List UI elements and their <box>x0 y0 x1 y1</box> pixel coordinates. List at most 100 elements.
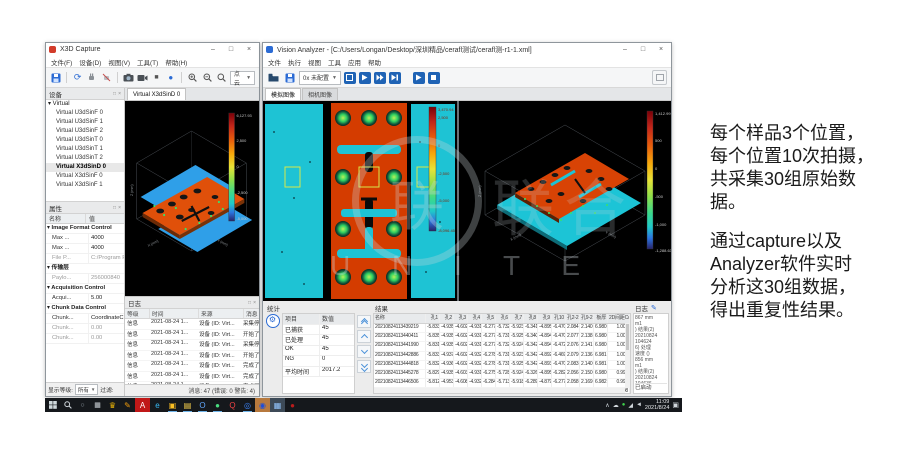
filter-level-dropdown[interactable]: 所有 ▼ <box>75 384 98 395</box>
analyzer-3d-view[interactable]: 1,412.99 500 0 -500 -1,000 -1,288.63 X (… <box>459 101 671 301</box>
property-row[interactable]: ▾ Image Format Control <box>46 224 124 234</box>
property-row[interactable]: Chunk...0.00 <box>46 334 124 344</box>
viewport-tab[interactable]: Virtual X3dSinD 0 <box>127 88 186 100</box>
device-tree-item[interactable]: Virtual X3dSinF 1 <box>46 181 124 190</box>
start-button[interactable] <box>45 398 60 412</box>
start-button[interactable] <box>413 72 425 84</box>
render-mode-dropdown[interactable]: 点云 ▼ <box>230 71 255 85</box>
device-tree-item[interactable]: Virtual X3dSinD 0 <box>46 163 124 172</box>
device-tree-item[interactable]: Virtual U3dSinT 2 <box>46 154 124 163</box>
log-row[interactable]: 信息2021-08-24 1...设备 (ID: Virt...完成了图像采集 <box>125 361 259 372</box>
statistics-row[interactable]: OK45 <box>283 346 354 357</box>
menu-item[interactable]: 帮助 <box>368 57 381 67</box>
close-panel-icon[interactable]: × <box>118 91 121 97</box>
close-panel-icon[interactable]: × <box>118 205 121 211</box>
menu-item[interactable]: 帮助(H) <box>165 57 187 67</box>
property-row[interactable]: Chunk...CoordinateC <box>46 314 124 324</box>
log-row[interactable]: 信息2021-08-24 1...设备 (ID: Virt...采集停止了 <box>125 319 259 330</box>
property-row[interactable]: Paylo...256000840 <box>46 274 124 284</box>
save-button[interactable] <box>50 71 61 84</box>
disconnect-button[interactable] <box>100 71 111 84</box>
tab-camera-image[interactable]: 相机图像 <box>302 88 338 100</box>
zoom-out-button[interactable] <box>201 71 212 84</box>
statistics-row[interactable]: 已捕获45 <box>283 325 354 336</box>
results-col-header[interactable]: 孔5 <box>482 314 496 323</box>
app-browser-button[interactable]: ◎ <box>240 398 255 412</box>
results-col-header[interactable]: 孔10 <box>552 314 566 323</box>
close-button[interactable]: × <box>242 44 256 55</box>
stop-button[interactable] <box>428 72 440 84</box>
results-row[interactable]: 20210824113439219-5.833-4.935-4.602-4.93… <box>374 324 630 333</box>
results-col-header[interactable]: 孔6 <box>496 314 510 323</box>
maximize-button[interactable]: □ <box>636 44 650 55</box>
menu-item[interactable]: 文件 <box>268 57 281 67</box>
open-button[interactable] <box>267 71 280 84</box>
property-row[interactable]: ▾ Acquisition Control <box>46 284 124 294</box>
device-tree-item[interactable]: Virtual U3dSinT 0 <box>46 136 124 145</box>
analyzer-titlebar[interactable]: Vision Analyzer - [C:/Users/Longan/Deskt… <box>263 43 671 56</box>
app-notes-button[interactable]: ✎ <box>120 398 135 412</box>
property-row[interactable]: Acqui...5.00 <box>46 294 124 304</box>
statistics-row[interactable]: NG0 <box>283 356 354 367</box>
taskbar-clock[interactable]: 11:09 2021/8/24 <box>645 399 669 411</box>
results-row[interactable]: 20210824113442886-5.833-4.937-4.602-4.93… <box>374 352 630 361</box>
results-col-header[interactable]: 2D间距Con... <box>608 314 630 323</box>
refresh-button[interactable]: ⟳ <box>72 71 83 84</box>
statistics-row[interactable]: 平均时间2017.2 <box>283 367 354 378</box>
menu-item[interactable]: 视图(V) <box>108 57 130 67</box>
camera-button[interactable] <box>123 71 134 84</box>
results-row[interactable]: 20210824113444818-5.832-4.936-4.602-4.93… <box>374 361 630 370</box>
device-tree-item[interactable]: Virtual U3dSinT 1 <box>46 145 124 154</box>
onedrive-icon[interactable]: ☁ <box>613 402 619 409</box>
menu-item[interactable]: 文件(F) <box>51 57 72 67</box>
results-col-header[interactable]: 孔4 <box>468 314 482 323</box>
first-result-button[interactable] <box>357 315 371 328</box>
last-result-button[interactable] <box>357 360 371 373</box>
record-button[interactable]: ● <box>165 71 176 84</box>
app-folder-button[interactable]: ▣ <box>165 398 180 412</box>
close-button[interactable]: × <box>654 44 668 55</box>
results-row[interactable]: 20210824113440411-5.835-4.935-4.602-4.93… <box>374 333 630 342</box>
close-panel-icon[interactable]: × <box>253 300 256 306</box>
menu-item[interactable]: 执行 <box>288 57 301 67</box>
app-outlook-button[interactable]: O <box>195 398 210 412</box>
results-col-header[interactable]: 板厚 <box>594 314 608 323</box>
gear-icon[interactable]: ⚙ <box>266 314 280 328</box>
log-col-message[interactable]: 消息 <box>244 309 259 318</box>
horizontal-scrollbar[interactable] <box>374 388 625 393</box>
minimize-button[interactable]: – <box>618 44 632 55</box>
results-col-header[interactable]: 孔9-2 <box>580 314 594 323</box>
stop-button[interactable]: ■ <box>151 71 162 84</box>
action-center-button[interactable]: ▣ <box>672 401 679 409</box>
save-button[interactable] <box>283 71 296 84</box>
log-row[interactable]: 信息2021-08-24 1...设备 (ID: Virt...开始了图像采集 <box>125 330 259 341</box>
video-button[interactable] <box>137 71 148 84</box>
device-tree-item[interactable]: Virtual U3dSinF 0 <box>46 109 124 118</box>
analyzer-2d-view[interactable]: 3,470.94 2,500 0 -2,500 -5,000 -8,096.45 <box>263 101 457 301</box>
menu-item[interactable]: 视图 <box>308 57 321 67</box>
log-col-source[interactable]: 来源 <box>199 309 244 318</box>
vertical-scrollbar[interactable] <box>625 323 630 388</box>
app-capture-button[interactable]: ◉ <box>255 398 270 412</box>
log-row[interactable]: 信息2021-08-24 1...设备 (ID: Virt...完成了图像采集 <box>125 372 259 383</box>
minimize-button[interactable]: – <box>206 44 220 55</box>
zoom-in-button[interactable] <box>187 71 198 84</box>
log-col-level[interactable]: 等级 <box>125 309 150 318</box>
results-col-header[interactable]: 孔2 <box>440 314 454 323</box>
menu-item[interactable]: 设备(D) <box>79 57 101 67</box>
tab-sim-image[interactable]: 模拟图像 <box>265 88 301 100</box>
maximize-button[interactable]: □ <box>224 44 238 55</box>
next-result-button[interactable] <box>357 345 371 358</box>
log-row[interactable]: 信息2021-08-24 1...设备 (ID: Virt...采集停止了 <box>125 340 259 351</box>
results-row[interactable]: 20210824113441990-5.831-4.935-4.602-4.93… <box>374 342 630 351</box>
log-col-time[interactable]: 时间 <box>150 309 199 318</box>
property-row[interactable]: Chunk...0.00 <box>46 324 124 334</box>
results-row[interactable]: 20210824113446506-5.812-4.953-4.608-4.93… <box>374 379 630 388</box>
statistics-row[interactable]: 已处理45 <box>283 335 354 346</box>
run-to-end-button[interactable] <box>389 72 401 84</box>
capture-3d-viewport[interactable]: 6,127.93 2,500 0 -2,500 -5,000 X (mm) Y … <box>125 101 259 296</box>
zoom-fit-button[interactable] <box>216 71 227 84</box>
menu-item[interactable]: 工具(T) <box>137 57 158 67</box>
menu-item[interactable]: 工具 <box>328 57 341 67</box>
network-icon[interactable]: ◢ <box>628 402 633 409</box>
